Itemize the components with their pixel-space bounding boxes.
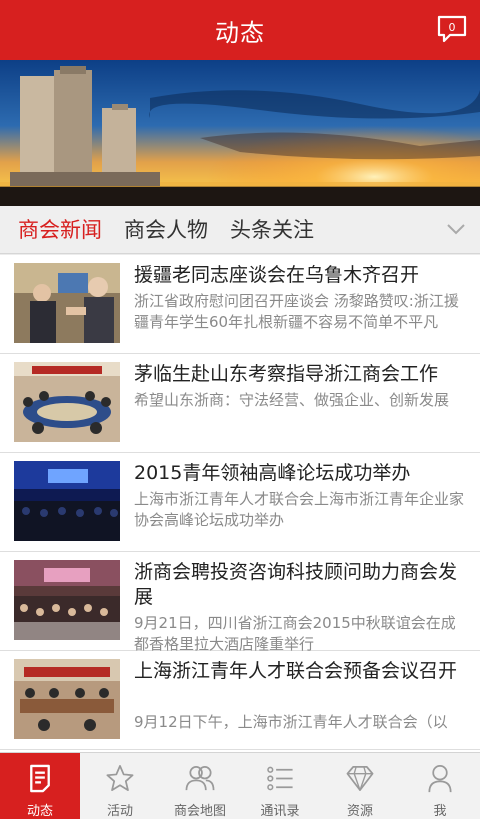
nav-label: 商会地图 [173, 804, 226, 819]
news-summary: 9月21日，四川省浙江商会2015中秋联谊会在成都香格里拉大酒店隆重举行 [134, 614, 456, 653]
news-title: 浙商会聘投资咨询科技顾问助力商会发展 [134, 561, 458, 608]
nav-item-me[interactable]: 我 [400, 753, 480, 819]
news-thumbnail [14, 659, 120, 739]
nav-label: 动态 [26, 804, 53, 819]
news-list: 援疆老同志座谈会在乌鲁木齐召开 浙江省政府慰问团召开座谈会 汤黎路赞叹:浙江援疆… [0, 255, 480, 752]
news-thumbnail [14, 461, 120, 541]
nav-label: 我 [433, 804, 447, 819]
people-icon [185, 766, 215, 791]
news-thumbnail [14, 560, 120, 640]
news-item[interactable]: 浙商会聘投资咨询科技顾问助力商会发展 9月21日，四川省浙江商会2015中秋联谊… [0, 552, 480, 653]
news-thumbnail [14, 362, 120, 442]
news-item[interactable]: 茅临生赴山东考察指导浙江商会工作 希望山东浙商：守法经营、做强企业、创新发展 [0, 354, 480, 453]
news-thumbnail [14, 263, 120, 343]
chevron-down-icon[interactable] [446, 222, 466, 236]
banner-image[interactable] [0, 60, 480, 206]
person-icon [428, 765, 452, 793]
news-icon [30, 764, 50, 793]
nav-item-news[interactable]: 动态 [0, 753, 80, 819]
tab-headlines[interactable]: 头条关注 [230, 206, 314, 254]
message-icon: 0 [437, 15, 467, 43]
news-item[interactable]: 2015青年领袖高峰论坛成功举办 上海市浙江青年人才联合会上海市浙江青年企业家协… [0, 453, 480, 552]
app-header: 动态 0 [0, 0, 480, 60]
news-item[interactable]: 援疆老同志座谈会在乌鲁木齐召开 浙江省政府慰问团召开座谈会 汤黎路赞叹:浙江援疆… [0, 255, 480, 354]
nav-item-resources[interactable]: 资源 [320, 753, 400, 819]
bottom-nav: 动态 活动 商会地图 通讯录 资源 我 [0, 752, 480, 819]
star-icon [106, 765, 134, 791]
news-summary: 希望山东浙商：守法经营、做强企业、创新发展 [134, 391, 450, 409]
news-title: 茅临生赴山东考察指导浙江商会工作 [134, 363, 439, 385]
nav-label: 资源 [346, 804, 373, 819]
news-title: 2015青年领袖高峰论坛成功举办 [134, 462, 411, 484]
news-title: 援疆老同志座谈会在乌鲁木齐召开 [134, 264, 420, 286]
nav-item-chamber-map[interactable]: 商会地图 [160, 753, 240, 819]
news-summary: 上海市浙江青年人才联合会上海市浙江青年企业家协会高峰论坛成功举办 [134, 490, 465, 529]
diamond-icon [346, 766, 374, 791]
tab-chamber-news[interactable]: 商会新闻 [18, 206, 102, 254]
list-icon [267, 766, 293, 791]
nav-label: 活动 [106, 804, 133, 819]
nav-item-activities[interactable]: 活动 [80, 753, 160, 819]
page-title: 动态 [215, 18, 265, 47]
nav-item-contacts[interactable]: 通讯录 [240, 753, 320, 819]
message-button[interactable]: 0 [436, 14, 468, 44]
message-count: 0 [449, 21, 456, 34]
news-summary: 浙江省政府慰问团召开座谈会 汤黎路赞叹:浙江援疆青年学生60年扎根新疆不容易不简… [134, 292, 459, 331]
nav-label: 通讯录 [260, 804, 300, 819]
news-summary: 9月12日下午，上海市浙江青年人才联合会（以 [134, 713, 448, 731]
tab-chamber-people[interactable]: 商会人物 [124, 206, 208, 254]
news-item[interactable]: 上海浙江青年人才联合会预备会议召开 9月12日下午，上海市浙江青年人才联合会（以 [0, 651, 480, 750]
category-tabs: 商会新闻 商会人物 头条关注 [0, 206, 480, 254]
news-title: 上海浙江青年人才联合会预备会议召开 [134, 660, 458, 682]
